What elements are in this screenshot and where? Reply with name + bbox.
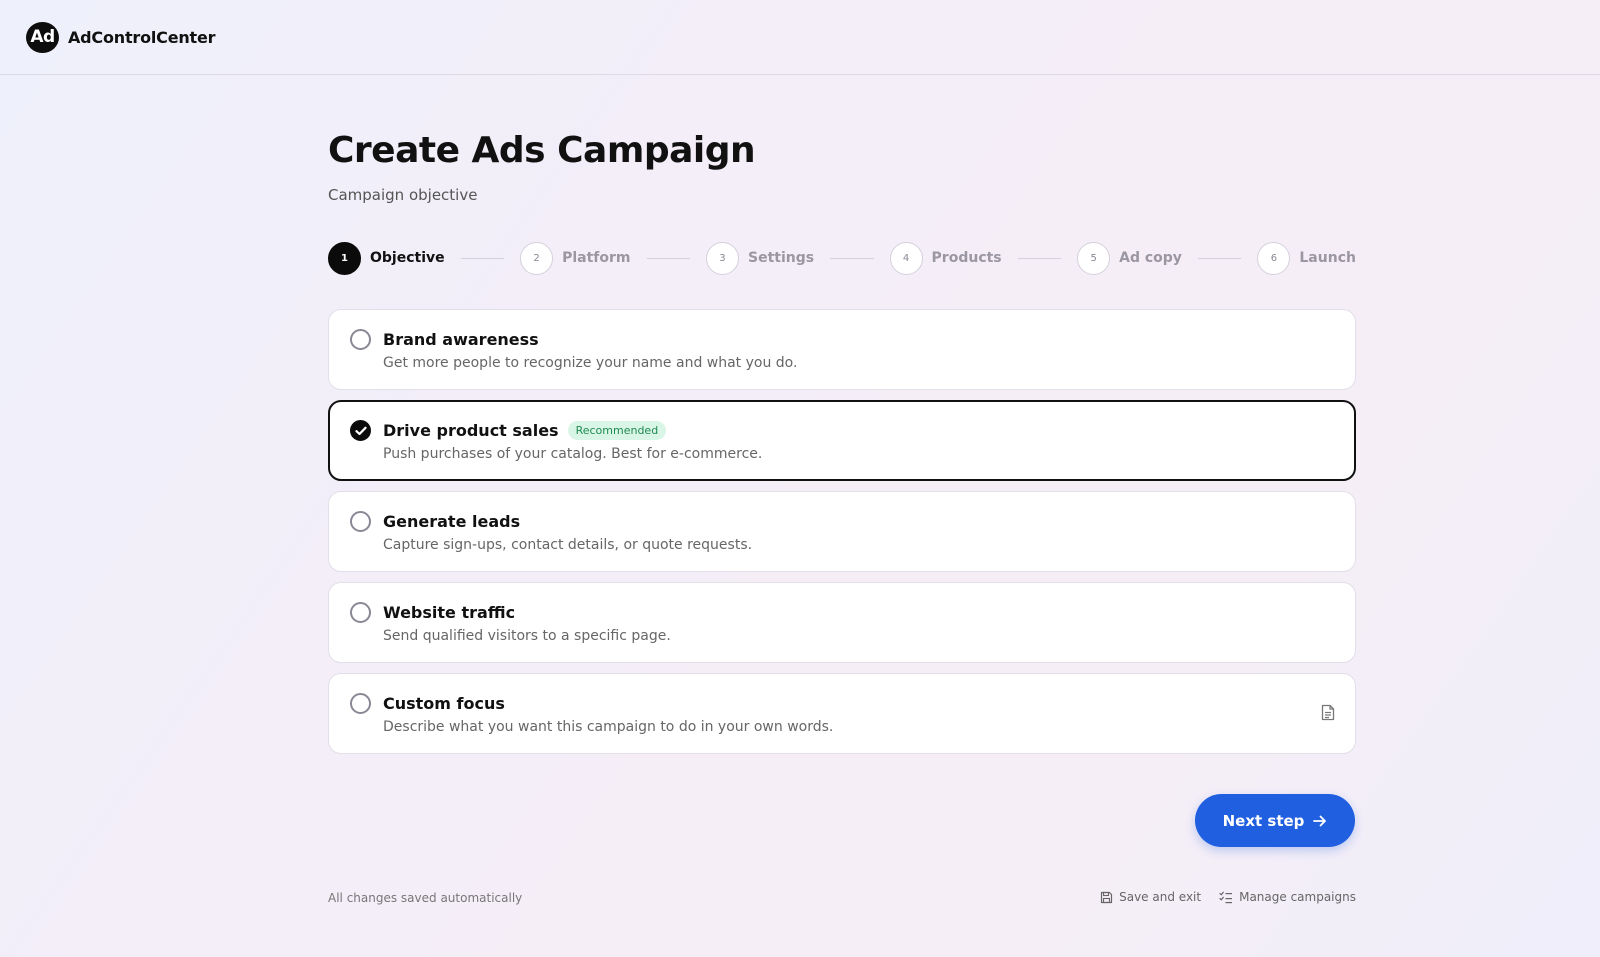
step-connector (460, 257, 505, 259)
logo-icon[interactable]: Ad (26, 21, 59, 53)
option-title: Drive product sales Recommended (383, 421, 667, 440)
option-title: Generate leads (383, 512, 521, 531)
step-ad-copy[interactable]: 5 Ad copy (1077, 241, 1182, 275)
autosave-note: All changes saved automatically (328, 891, 523, 905)
step-label: Platform (562, 250, 631, 266)
step-connector (830, 257, 874, 259)
recommended-badge: Recommended (567, 421, 667, 440)
step-connector (646, 257, 690, 259)
step-label: Objective (370, 250, 445, 266)
option-description: Push purchases of your catalog. Best for… (383, 446, 763, 462)
next-step-label: Next step (1222, 811, 1305, 830)
step-number: 5 (1077, 241, 1111, 275)
brand-name[interactable]: AdControlCenter (68, 28, 216, 47)
page-subtitle: Campaign objective (328, 186, 478, 204)
option-custom-focus[interactable]: Custom focus Describe what you want this… (328, 673, 1356, 754)
step-label: Launch (1299, 250, 1356, 266)
step-launch[interactable]: 6 Launch (1257, 241, 1356, 275)
option-generate-leads[interactable]: Generate leads Capture sign-ups, contact… (328, 491, 1356, 572)
option-drive-product-sales[interactable]: Drive product sales Recommended Push pur… (328, 400, 1356, 481)
next-step-button[interactable]: Next step (1195, 794, 1355, 847)
step-label: Products (931, 250, 1002, 266)
radio-button[interactable] (350, 693, 371, 714)
step-label: Ad copy (1119, 250, 1182, 266)
step-settings[interactable]: 3 Settings (705, 241, 815, 275)
step-number: 2 (520, 241, 554, 275)
step-platform[interactable]: 2 Platform (520, 241, 631, 275)
page-title: Create Ads Campaign (328, 130, 756, 171)
radio-button[interactable] (350, 329, 371, 350)
objective-options: Brand awareness Get more people to recog… (328, 309, 1356, 764)
option-title: Brand awareness (383, 330, 539, 349)
step-number: 4 (889, 241, 923, 275)
option-description: Capture sign-ups, contact details, or qu… (383, 537, 753, 553)
checkmark-icon (354, 426, 367, 435)
stepper: 1 Objective 2 Platform 3 Settings 4 Prod… (328, 241, 1356, 275)
option-description: Send qualified visitors to a specific pa… (383, 628, 671, 644)
checklist-icon (1219, 891, 1233, 903)
radio-button[interactable] (350, 511, 371, 532)
document-icon[interactable] (1321, 704, 1335, 721)
option-website-traffic[interactable]: Website traffic Send qualified visitors … (328, 582, 1356, 663)
step-number: 6 (1257, 241, 1291, 275)
step-products[interactable]: 4 Products (889, 241, 1002, 275)
save-icon (1101, 891, 1113, 903)
option-title: Website traffic (383, 603, 516, 622)
step-connector (1017, 257, 1062, 259)
step-number: 3 (705, 241, 739, 275)
option-title: Custom focus (383, 694, 505, 713)
save-and-exit-link[interactable]: Save and exit (1100, 890, 1201, 904)
step-label: Settings (747, 250, 815, 266)
option-brand-awareness[interactable]: Brand awareness Get more people to recog… (328, 309, 1356, 390)
footer-links: Save and exit Manage campaigns (1100, 890, 1356, 904)
manage-campaigns-label: Manage campaigns (1239, 890, 1356, 904)
arrow-right-icon (1313, 815, 1327, 826)
step-connector (1197, 257, 1242, 259)
top-bar: Ad AdControlCenter (0, 0, 1600, 75)
save-and-exit-label: Save and exit (1119, 890, 1202, 904)
radio-button-checked[interactable] (350, 420, 371, 441)
radio-button[interactable] (350, 602, 371, 623)
manage-campaigns-link[interactable]: Manage campaigns (1219, 890, 1356, 904)
step-objective[interactable]: 1 Objective (328, 241, 445, 275)
step-number: 1 (328, 241, 361, 275)
option-description: Describe what you want this campaign to … (383, 719, 834, 735)
option-description: Get more people to recognize your name a… (383, 355, 798, 371)
